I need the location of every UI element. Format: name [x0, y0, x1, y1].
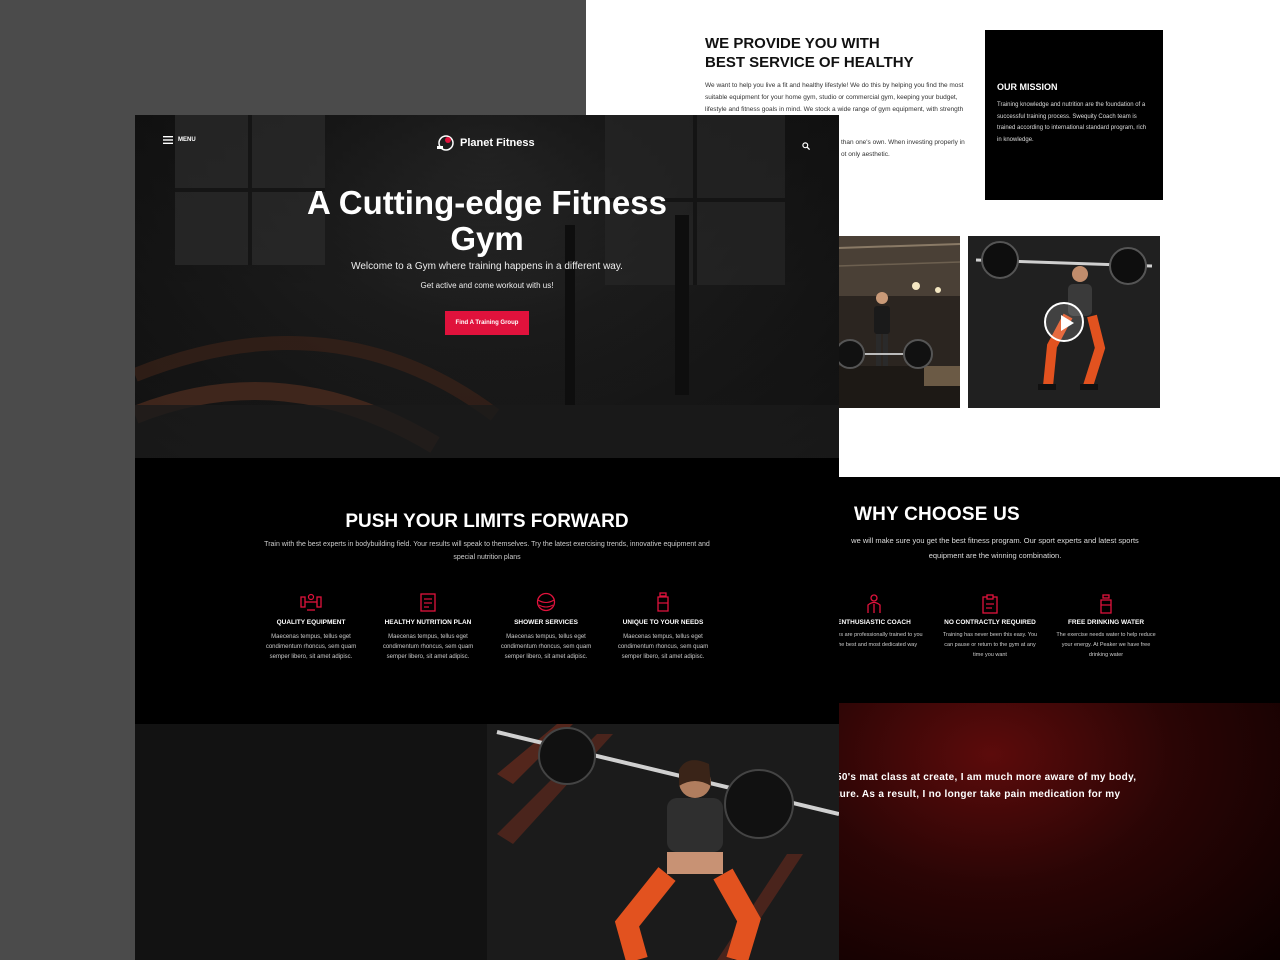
deadlift-photo-art	[838, 236, 960, 408]
feature-card: UNIQUE TO YOUR NEEDS Maecenas tempus, te…	[608, 592, 718, 662]
service-title: WE PROVIDE YOU WITH BEST SERVICE OF HEAL…	[705, 34, 965, 72]
testimonial-line2: ture. As a result, I no longer take pain…	[836, 789, 1121, 800]
why-feature-title: NO CONTRACTLY REQUIRED	[944, 619, 1036, 626]
why-feature-title: ENTHUSIASTIC COACH	[837, 619, 911, 626]
service-title-line2: BEST SERVICE OF HEALTHY	[705, 54, 914, 71]
push-title: PUSH YOUR LIMITS FORWARD	[345, 511, 629, 532]
why-subtitle: we will make sure you get the best fitne…	[851, 536, 1139, 560]
brand-name: Planet Fitness	[460, 137, 535, 149]
clipboard-icon	[982, 594, 998, 614]
feature-title: SHOWER SERVICES	[514, 619, 578, 626]
feature-title: HEALTHY NUTRITION PLAN	[384, 619, 472, 626]
mission-text: Training knowledge and nutrition are the…	[997, 102, 1147, 143]
front-page-preview: MENU Planet Fitness A Cutting-edge Fitne…	[135, 115, 839, 960]
bottle-icon	[657, 592, 669, 612]
bottle-icon	[1100, 594, 1112, 614]
hero-subtitle: Welcome to a Gym where training happens …	[351, 261, 623, 272]
testimonial-line1: 50's mat class at create, I am much more…	[836, 772, 1137, 783]
why-title: WHY CHOOSE US	[854, 504, 1020, 525]
why-choose-us-section: WHY CHOOSE US we will make sure you get …	[825, 477, 1280, 703]
feature-card: SHOWER SERVICES Maecenas tempus, tellus …	[491, 592, 601, 662]
why-feature-text: The exercise needs water to help reduce …	[1056, 632, 1156, 658]
feature-card: QUALITY EQUIPMENT Maecenas tempus, tellu…	[256, 592, 366, 662]
athlete-section	[135, 724, 839, 960]
mission-title: OUR MISSION	[997, 82, 1058, 92]
athlete-photo-art	[487, 724, 839, 960]
feature-title: UNIQUE TO YOUR NEEDS	[622, 619, 704, 626]
dumbbell-logo-icon	[437, 135, 454, 151]
athlete-photo	[487, 724, 839, 960]
search-icon	[802, 142, 811, 151]
hero-title: A Cutting-edge Fitness Gym	[307, 184, 667, 257]
why-feature-text: Training has never been this easy. You c…	[942, 632, 1038, 658]
feature-text: Maecenas tempus, tellus eget condimentum…	[382, 634, 474, 660]
push-subtitle: Train with the best experts in bodybuild…	[264, 541, 710, 561]
top-nav: MENU Planet Fitness	[135, 115, 839, 169]
barbell-icon	[300, 593, 322, 611]
testimonial-quote: 50's mat class at create, I am much more…	[836, 769, 1276, 803]
gym-photo-deadlift	[838, 236, 960, 408]
feature-text: Maecenas tempus, tellus eget condimentum…	[617, 634, 709, 660]
clipboard-icon	[420, 593, 436, 612]
service-title-line1: WE PROVIDE YOU WITH	[705, 35, 880, 52]
gym-video-thumbnail[interactable]	[968, 236, 1160, 408]
feature-card: HEALTHY NUTRITION PLAN Maecenas tempus, …	[373, 592, 483, 662]
menu-button[interactable]: MENU	[163, 136, 196, 144]
why-feature: NO CONTRACTLY REQUIRED Training has neve…	[940, 594, 1040, 660]
why-feature-text: oaches are professionally trained to you…	[825, 632, 923, 648]
menu-label: MENU	[178, 137, 196, 143]
mission-box: OUR MISSION Training knowledge and nutri…	[985, 30, 1163, 200]
why-feature: ENTHUSIASTIC COACH oaches are profession…	[824, 594, 924, 650]
why-feature-title: FREE DRINKING WATER	[1067, 619, 1145, 626]
feature-text: Maecenas tempus, tellus eget condimentum…	[500, 634, 592, 660]
hero-tagline: Get active and come workout with us!	[420, 281, 554, 290]
push-limits-section: PUSH YOUR LIMITS FORWARD Train with the …	[135, 458, 839, 724]
find-training-group-button[interactable]: Find A Training Group	[445, 311, 529, 335]
feature-text: Maecenas tempus, tellus eget condimentum…	[265, 634, 357, 660]
play-button-icon[interactable]	[1044, 302, 1084, 342]
feature-title: QUALITY EQUIPMENT	[276, 619, 346, 626]
coach-icon	[867, 594, 881, 613]
hero-section: MENU Planet Fitness A Cutting-edge Fitne…	[135, 115, 839, 458]
testimonial-section: 50's mat class at create, I am much more…	[836, 703, 1280, 960]
hamburger-icon	[163, 136, 173, 144]
ball-icon	[536, 592, 556, 612]
brand-logo[interactable]: Planet Fitness	[436, 134, 535, 152]
why-feature: FREE DRINKING WATER The exercise needs w…	[1056, 594, 1156, 660]
search-button[interactable]	[802, 137, 811, 155]
